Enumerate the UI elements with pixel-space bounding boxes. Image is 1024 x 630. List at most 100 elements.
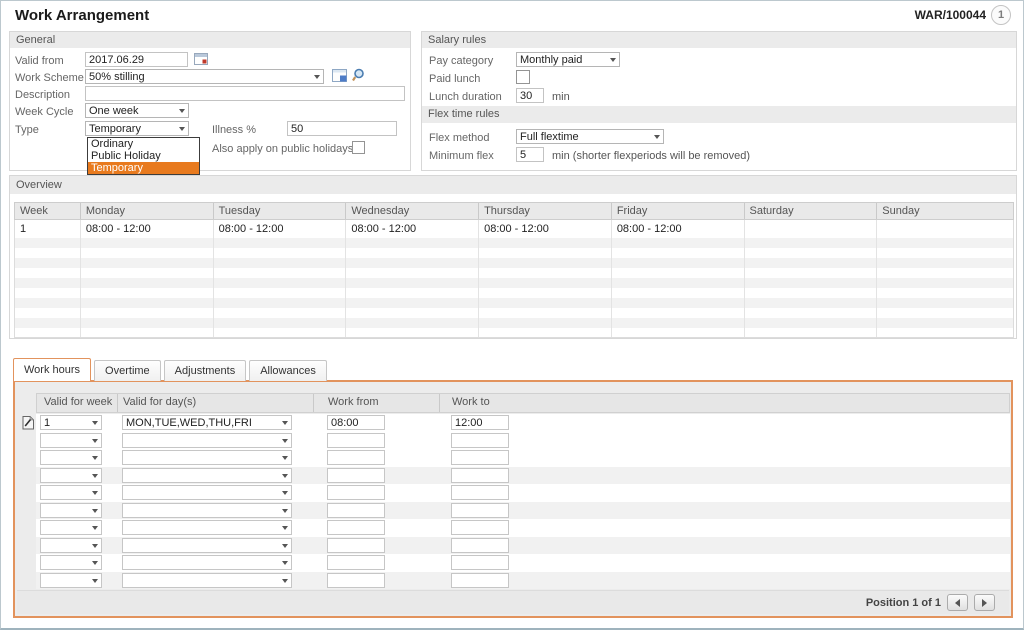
work-hours-empty-row[interactable] [36, 554, 1010, 572]
record-count-badge[interactable]: 1 [991, 5, 1011, 25]
work-scheme-select[interactable]: 50% stilling [85, 69, 324, 84]
work-from-input[interactable] [327, 555, 385, 570]
work-to-input[interactable] [451, 555, 509, 570]
work-to-input[interactable] [451, 450, 509, 465]
work-hours-empty-row[interactable] [36, 467, 1010, 485]
flex-method-select[interactable]: Full flextime [516, 129, 664, 144]
minimum-flex-input[interactable] [516, 147, 544, 162]
valid-days-select[interactable] [122, 520, 292, 535]
work-from-input[interactable] [327, 468, 385, 483]
week-cycle-value: One week [89, 105, 139, 117]
work-to-input[interactable] [451, 573, 509, 588]
chevron-down-icon [282, 544, 288, 548]
overview-monday-hours: 08:00 - 12:00 [81, 220, 214, 238]
tab-overtime[interactable]: Overtime [94, 360, 161, 381]
public-holidays-checkbox[interactable] [352, 141, 365, 154]
chevron-down-icon [282, 421, 288, 425]
type-option-ordinary[interactable]: Ordinary [88, 138, 199, 150]
valid-days-select[interactable] [122, 573, 292, 588]
valid-week-select[interactable] [40, 450, 102, 465]
work-to-input[interactable] [451, 468, 509, 483]
week-cycle-select[interactable]: One week [85, 103, 189, 118]
description-input[interactable] [85, 86, 405, 101]
overview-section-title: Overview [10, 176, 1016, 194]
col-valid-for-week: Valid for week [44, 396, 112, 408]
work-hours-empty-row[interactable] [36, 484, 1010, 502]
overview-saturday-hours [745, 220, 878, 238]
previous-page-button[interactable] [947, 594, 968, 611]
valid-days-select[interactable]: MON,TUE,WED,THU,FRI [122, 415, 292, 430]
work-from-input[interactable] [327, 538, 385, 553]
work-hours-empty-row[interactable] [36, 572, 1010, 590]
tab-allowances[interactable]: Allowances [249, 360, 327, 381]
type-option-public-holiday[interactable]: Public Holiday [88, 150, 199, 162]
pay-category-select[interactable]: Monthly paid [516, 52, 620, 67]
valid-week-select[interactable]: 1 [40, 415, 102, 430]
valid-week-select[interactable] [40, 485, 102, 500]
work-from-input[interactable] [327, 573, 385, 588]
col-work-from: Work from [328, 396, 379, 408]
work-to-input[interactable] [451, 485, 509, 500]
calendar-icon[interactable] [194, 52, 209, 69]
overview-col-tuesday: Tuesday [214, 203, 347, 219]
work-hours-row-1[interactable]: 1 MON,TUE,WED,THU,FRI [36, 414, 1010, 432]
work-to-input[interactable] [451, 538, 509, 553]
col-work-to: Work to [452, 396, 490, 408]
valid-days-select[interactable] [122, 468, 292, 483]
work-hours-empty-row[interactable] [36, 519, 1010, 537]
general-section-title: General [10, 32, 410, 48]
work-from-input[interactable] [327, 433, 385, 448]
work-from-input[interactable] [327, 450, 385, 465]
work-to-input[interactable] [451, 433, 509, 448]
tab-adjustments[interactable]: Adjustments [164, 360, 247, 381]
overview-wednesday-hours: 08:00 - 12:00 [346, 220, 479, 238]
work-hours-empty-row[interactable] [36, 449, 1010, 467]
chevron-down-icon [282, 526, 288, 530]
valid-week-select[interactable] [40, 555, 102, 570]
valid-days-select[interactable] [122, 450, 292, 465]
work-from-input[interactable] [327, 520, 385, 535]
work-arrangement-window: Work Arrangement WAR/100044 1 General Va… [0, 0, 1024, 630]
work-hours-empty-row[interactable] [36, 432, 1010, 450]
open-form-icon[interactable] [332, 69, 348, 86]
lunch-duration-unit: min [552, 90, 570, 104]
type-option-temporary[interactable]: Temporary [88, 162, 199, 174]
work-to-input[interactable] [451, 503, 509, 518]
overview-col-wednesday: Wednesday [346, 203, 479, 219]
work-to-input[interactable] [451, 415, 509, 430]
valid-days-select[interactable] [122, 503, 292, 518]
overview-week-row[interactable]: 1 08:00 - 12:00 08:00 - 12:00 08:00 - 12… [14, 220, 1014, 238]
tab-bar: Work hours Overtime Adjustments Allowanc… [13, 358, 330, 381]
work-from-input[interactable] [327, 503, 385, 518]
valid-week-select[interactable] [40, 468, 102, 483]
valid-days-select[interactable] [122, 433, 292, 448]
work-from-input[interactable] [327, 485, 385, 500]
search-icon[interactable] [352, 68, 366, 85]
type-dropdown-list: Ordinary Public Holiday Temporary [87, 137, 200, 175]
work-hours-empty-row[interactable] [36, 502, 1010, 520]
document-reference: WAR/100044 1 [915, 5, 1011, 25]
lunch-duration-input[interactable] [516, 88, 544, 103]
illness-input[interactable] [287, 121, 397, 136]
work-from-input[interactable] [327, 415, 385, 430]
illness-label: Illness % [212, 123, 256, 137]
valid-week-select[interactable] [40, 538, 102, 553]
type-select[interactable]: Temporary [85, 121, 189, 136]
work-to-input[interactable] [451, 520, 509, 535]
valid-week-select[interactable] [40, 503, 102, 518]
valid-week-select[interactable] [40, 433, 102, 448]
overview-empty-rows [14, 238, 1014, 338]
paid-lunch-checkbox[interactable] [516, 70, 530, 84]
chevron-down-icon [92, 456, 98, 460]
week-cycle-label: Week Cycle [15, 105, 73, 119]
valid-week-select[interactable] [40, 573, 102, 588]
tab-work-hours[interactable]: Work hours [13, 358, 91, 381]
valid-from-input[interactable] [85, 52, 188, 67]
valid-days-select[interactable] [122, 485, 292, 500]
next-page-button[interactable] [974, 594, 995, 611]
valid-days-select[interactable] [122, 538, 292, 553]
chevron-down-icon [92, 439, 98, 443]
valid-days-select[interactable] [122, 555, 292, 570]
valid-week-select[interactable] [40, 520, 102, 535]
work-hours-empty-row[interactable] [36, 537, 1010, 555]
